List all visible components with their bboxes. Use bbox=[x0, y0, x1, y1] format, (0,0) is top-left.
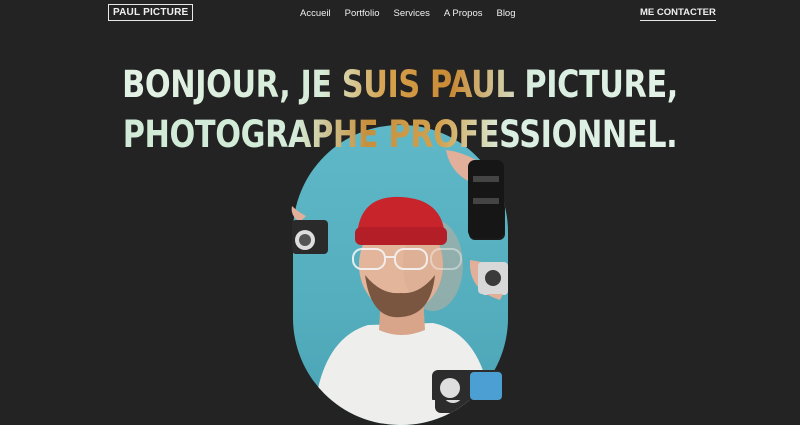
hero-photo bbox=[293, 125, 508, 425]
nav-accueil[interactable]: Accueil bbox=[300, 8, 331, 19]
lens-top bbox=[469, 165, 505, 240]
nav-a-propos[interactable]: A Propos bbox=[444, 8, 483, 19]
hero-title-line-2: PHOTOGRAPHE PROFESSIONNEL. bbox=[72, 110, 728, 160]
logo[interactable]: PAUL PICTURE bbox=[108, 4, 194, 21]
nav-services[interactable]: Services bbox=[393, 8, 429, 19]
main-nav: Accueil Portfolio Services A Propos Blog bbox=[300, 8, 530, 19]
camera-right bbox=[481, 265, 508, 295]
hero-title-line-1: BONJOUR, JE SUIS PAUL PICTURE, bbox=[72, 60, 728, 110]
hero-title: BONJOUR, JE SUIS PAUL PICTURE, PHOTOGRAP… bbox=[72, 60, 728, 160]
nav-blog[interactable]: Blog bbox=[496, 8, 515, 19]
camera-left bbox=[293, 220, 327, 252]
contact-button[interactable]: ME CONTACTER bbox=[640, 7, 716, 21]
camera-bottom bbox=[435, 373, 501, 413]
photographer-illustration bbox=[293, 165, 508, 425]
nav-portfolio[interactable]: Portfolio bbox=[345, 8, 380, 19]
